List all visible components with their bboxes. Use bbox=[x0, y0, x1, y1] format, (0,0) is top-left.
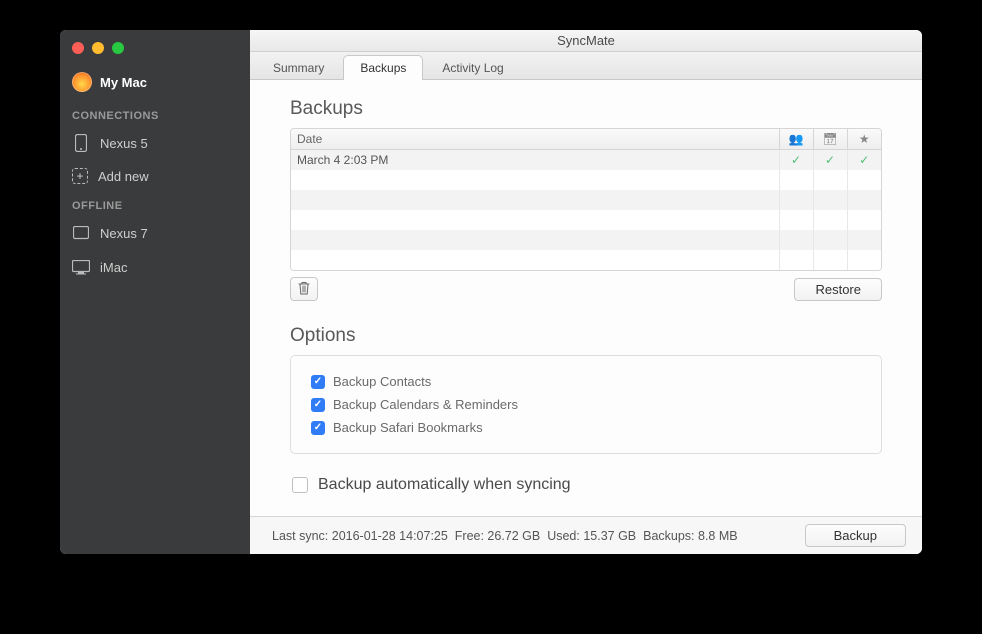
cell-date: March 4 2:03 PM bbox=[291, 150, 779, 171]
sidebar-item-label: Nexus 5 bbox=[100, 136, 148, 151]
delete-backup-button[interactable] bbox=[290, 277, 318, 301]
close-window-button[interactable] bbox=[72, 42, 84, 54]
table-row-empty bbox=[291, 230, 881, 250]
people-icon: 👥 bbox=[789, 132, 804, 146]
status-text: Last sync: 2016-01-28 14:07:25 Free: 26.… bbox=[272, 529, 738, 543]
zoom-window-button[interactable] bbox=[112, 42, 124, 54]
check-icon: ✓ bbox=[786, 153, 807, 167]
table-row-empty bbox=[291, 250, 881, 270]
plus-icon: + bbox=[72, 168, 88, 184]
options-heading: Options bbox=[290, 325, 882, 347]
option-label: Backup Safari Bookmarks bbox=[333, 420, 483, 435]
col-bookmarks[interactable]: ★ bbox=[847, 129, 881, 150]
option-backup-bookmarks[interactable]: Backup Safari Bookmarks bbox=[311, 416, 861, 439]
sidebar-item-imac[interactable]: iMac bbox=[60, 250, 250, 284]
backups-actions: Restore bbox=[290, 277, 882, 301]
table-row[interactable]: March 4 2:03 PM ✓ ✓ ✓ bbox=[291, 150, 881, 171]
tab-summary[interactable]: Summary bbox=[256, 55, 341, 80]
checkbox-icon[interactable] bbox=[292, 477, 308, 493]
status-free: Free: 26.72 GB bbox=[455, 529, 540, 543]
sidebar-item-add-new[interactable]: + Add new bbox=[60, 160, 250, 192]
backups-table: Date 👥 📅︎ ★ March 4 2:03 PM ✓ ✓ ✓ bbox=[290, 128, 882, 271]
minimize-window-button[interactable] bbox=[92, 42, 104, 54]
sidebar-top-label: My Mac bbox=[100, 75, 147, 90]
tab-backups[interactable]: Backups bbox=[343, 55, 423, 80]
status-used: Used: 15.37 GB bbox=[547, 529, 636, 543]
option-label: Backup Contacts bbox=[333, 374, 431, 389]
option-backup-automatically[interactable]: Backup automatically when syncing bbox=[290, 472, 882, 498]
col-date[interactable]: Date bbox=[291, 129, 779, 150]
sidebar-item-label: iMac bbox=[100, 260, 127, 275]
sidebar-item-label: Nexus 7 bbox=[100, 226, 148, 241]
sidebar-section-connections: CONNECTIONS bbox=[60, 102, 250, 126]
checkbox-icon[interactable] bbox=[311, 421, 325, 435]
sidebar-section-offline: OFFLINE bbox=[60, 192, 250, 216]
sidebar-my-mac[interactable]: My Mac bbox=[60, 66, 250, 102]
option-label: Backup Calendars & Reminders bbox=[333, 397, 518, 412]
col-contacts[interactable]: 👥 bbox=[779, 129, 813, 150]
options-box: Backup Contacts Backup Calendars & Remin… bbox=[290, 355, 882, 454]
content-area: Backups Date 👥 📅︎ ★ March 4 2:03 PM bbox=[250, 80, 922, 516]
backup-button[interactable]: Backup bbox=[805, 524, 906, 547]
sidebar-item-nexus-7[interactable]: Nexus 7 bbox=[60, 216, 250, 250]
phone-icon bbox=[72, 134, 90, 152]
tablet-icon bbox=[72, 224, 90, 242]
window-controls bbox=[60, 38, 250, 66]
desktop-icon bbox=[72, 258, 90, 276]
check-icon: ✓ bbox=[854, 153, 876, 167]
option-label: Backup automatically when syncing bbox=[318, 476, 571, 494]
status-bar: Last sync: 2016-01-28 14:07:25 Free: 26.… bbox=[250, 516, 922, 554]
avatar-icon bbox=[72, 72, 92, 92]
checkbox-icon[interactable] bbox=[311, 375, 325, 389]
window-title: SyncMate bbox=[250, 30, 922, 52]
calendar-icon: 📅︎ bbox=[822, 132, 837, 146]
table-row-empty bbox=[291, 210, 881, 230]
sidebar-item-label: Add new bbox=[98, 169, 149, 184]
tab-bar: Summary Backups Activity Log bbox=[250, 52, 922, 80]
backups-heading: Backups bbox=[290, 98, 882, 120]
table-row-empty bbox=[291, 170, 881, 190]
sidebar-item-nexus-5[interactable]: Nexus 5 bbox=[60, 126, 250, 160]
trash-icon bbox=[298, 281, 310, 298]
col-calendar[interactable]: 📅︎ bbox=[813, 129, 847, 150]
status-last-sync: Last sync: 2016-01-28 14:07:25 bbox=[272, 529, 448, 543]
status-backups: Backups: 8.8 MB bbox=[643, 529, 738, 543]
option-backup-contacts[interactable]: Backup Contacts bbox=[311, 370, 861, 393]
option-backup-calendars[interactable]: Backup Calendars & Reminders bbox=[311, 393, 861, 416]
restore-button[interactable]: Restore bbox=[794, 278, 882, 301]
star-icon: ★ bbox=[859, 132, 870, 146]
app-window: My Mac CONNECTIONS Nexus 5 + Add new OFF… bbox=[60, 30, 922, 554]
sidebar: My Mac CONNECTIONS Nexus 5 + Add new OFF… bbox=[60, 30, 250, 554]
check-icon: ✓ bbox=[820, 153, 841, 167]
table-row-empty bbox=[291, 190, 881, 210]
checkbox-icon[interactable] bbox=[311, 398, 325, 412]
main-panel: SyncMate Summary Backups Activity Log Ba… bbox=[250, 30, 922, 554]
tab-activity-log[interactable]: Activity Log bbox=[425, 55, 520, 80]
